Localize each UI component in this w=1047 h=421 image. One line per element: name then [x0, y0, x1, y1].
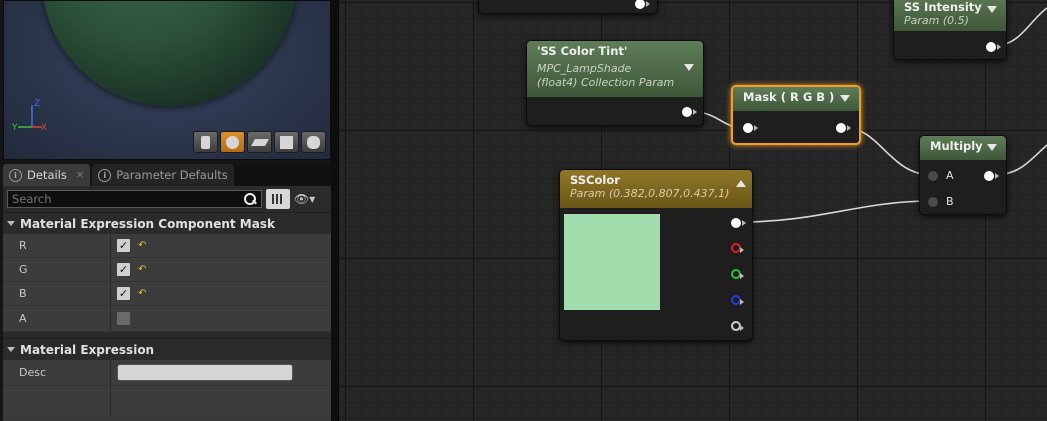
node-subtitle: MPC_LampShade: [537, 62, 632, 75]
search-icon: [243, 192, 257, 206]
cube-icon: [280, 135, 293, 149]
node-title: SSColor: [570, 173, 620, 187]
svg-text:Y: Y: [12, 123, 18, 133]
output-pin[interactable]: [682, 107, 697, 117]
view-options-button[interactable]: [266, 189, 290, 209]
node-subtitle: Param (0.382,0.807,0.437,1): [570, 187, 730, 200]
node-sscolor[interactable]: SSColor Param (0.382,0.807,0.437,1): [559, 169, 753, 341]
output-pin-r[interactable]: [731, 243, 744, 253]
node-ss-intensity[interactable]: SS Intensity Param (0.5): [893, 0, 1007, 60]
close-icon[interactable]: ✕: [76, 170, 84, 181]
property-name: R: [3, 234, 111, 257]
preview-shape-toolbar: [193, 131, 326, 153]
output-pin-b[interactable]: [731, 295, 744, 305]
plane-icon: [250, 138, 269, 146]
reset-to-default-icon[interactable]: ↶: [138, 264, 146, 275]
tab-parameter-defaults-label: Parameter Defaults: [116, 168, 228, 182]
node-top-partial[interactable]: [478, 0, 658, 14]
a-checkbox[interactable]: [117, 312, 130, 325]
input-pin[interactable]: [743, 123, 758, 133]
tab-parameter-defaults[interactable]: i Parameter Defaults: [92, 164, 234, 186]
collapse-arrow-icon[interactable]: [684, 64, 694, 71]
b-checkbox[interactable]: ✓: [117, 287, 130, 300]
reset-to-default-icon[interactable]: ↶: [138, 240, 146, 251]
output-pin-rgb[interactable]: [731, 218, 746, 228]
output-pin[interactable]: [836, 123, 851, 133]
output-pin-a[interactable]: [731, 321, 744, 331]
cube-preview-button[interactable]: [274, 131, 299, 153]
section-title: Material Expression Component Mask: [20, 216, 275, 231]
teapot-icon: [307, 135, 320, 149]
details-panel: 👁▾ Material Expression Component Mask R …: [3, 186, 331, 421]
collapse-arrow-icon[interactable]: [840, 95, 850, 102]
desc-input[interactable]: [117, 364, 293, 381]
expand-arrow-icon: [7, 347, 15, 352]
r-checkbox[interactable]: ✓: [117, 239, 130, 252]
property-name: G: [3, 258, 111, 281]
output-pin[interactable]: [984, 171, 999, 181]
node-title: 'SS Color Tint': [537, 44, 628, 58]
search-input[interactable]: [12, 192, 232, 206]
node-title: Mask ( R G B ): [743, 90, 835, 104]
sphere-icon: [226, 135, 239, 149]
property-name: Desc: [3, 360, 111, 385]
section-component-mask[interactable]: Material Expression Component Mask: [3, 212, 331, 234]
info-icon: i: [98, 168, 112, 182]
panel-tabs: i Details ✕ i Parameter Defaults: [3, 164, 331, 186]
reset-to-default-icon[interactable]: ↶: [138, 288, 146, 299]
grid-icon: [272, 194, 284, 204]
input-b-label: B: [946, 195, 954, 208]
node-subtitle: Param (0.5): [904, 14, 969, 27]
property-name: B: [3, 282, 111, 305]
axis-gizmo-icon: Z Y X: [12, 99, 47, 133]
expand-arrow-icon[interactable]: [736, 180, 746, 187]
tab-details-label: Details: [27, 168, 67, 182]
section-material-expression[interactable]: Material Expression: [3, 338, 331, 360]
property-row-g: G ✓ ↶: [3, 258, 331, 282]
output-pin-g[interactable]: [731, 269, 744, 279]
info-icon: i: [9, 168, 22, 182]
property-row-a: A: [3, 306, 331, 332]
svg-text:X: X: [41, 123, 47, 133]
node-mask-rgb[interactable]: Mask ( R G B ): [731, 85, 861, 145]
property-row-r: R ✓ ↶: [3, 234, 331, 258]
collapse-arrow-icon[interactable]: [987, 144, 997, 151]
collapse-arrow-icon[interactable]: [987, 6, 997, 13]
node-ss-color-tint[interactable]: 'SS Color Tint' MPC_LampShade (float4) C…: [526, 40, 704, 126]
panel-splitter[interactable]: [331, 0, 338, 421]
tab-details[interactable]: i Details ✕: [3, 164, 91, 186]
node-multiply[interactable]: Multiply A B: [919, 135, 1007, 215]
input-pin-a[interactable]: [928, 171, 938, 181]
g-checkbox[interactable]: ✓: [117, 263, 130, 276]
node-subtitle: (float4) Collection Param: [537, 76, 675, 89]
property-name: A: [3, 306, 111, 331]
eye-icon[interactable]: 👁▾: [294, 192, 315, 206]
property-row-b: B ✓ ↶: [3, 282, 331, 306]
input-a-label: A: [946, 169, 954, 182]
color-preview-swatch: [564, 214, 660, 310]
input-pin-b[interactable]: [928, 197, 938, 207]
property-row-desc: Desc: [3, 360, 331, 386]
sphere-preview-button[interactable]: [220, 131, 245, 153]
svg-text:Z: Z: [34, 99, 40, 109]
search-row: 👁▾: [3, 186, 331, 212]
empty-row: [3, 386, 331, 416]
node-title: SS Intensity: [904, 0, 982, 14]
preview-sphere: [42, 1, 297, 106]
plane-preview-button[interactable]: [247, 131, 272, 153]
material-preview-viewport[interactable]: Z Y X: [3, 0, 331, 160]
section-title: Material Expression: [20, 342, 155, 357]
left-column: Z Y X i Details ✕ i Parameter Defaults S…: [0, 0, 338, 421]
mesh-preview-button[interactable]: [301, 131, 326, 153]
cylinder-preview-button[interactable]: [193, 131, 218, 153]
cylinder-icon: [201, 135, 210, 149]
expand-arrow-icon: [7, 221, 15, 226]
output-pin[interactable]: [986, 42, 1001, 52]
search-box[interactable]: [7, 190, 262, 208]
output-pin[interactable]: [635, 0, 650, 9]
